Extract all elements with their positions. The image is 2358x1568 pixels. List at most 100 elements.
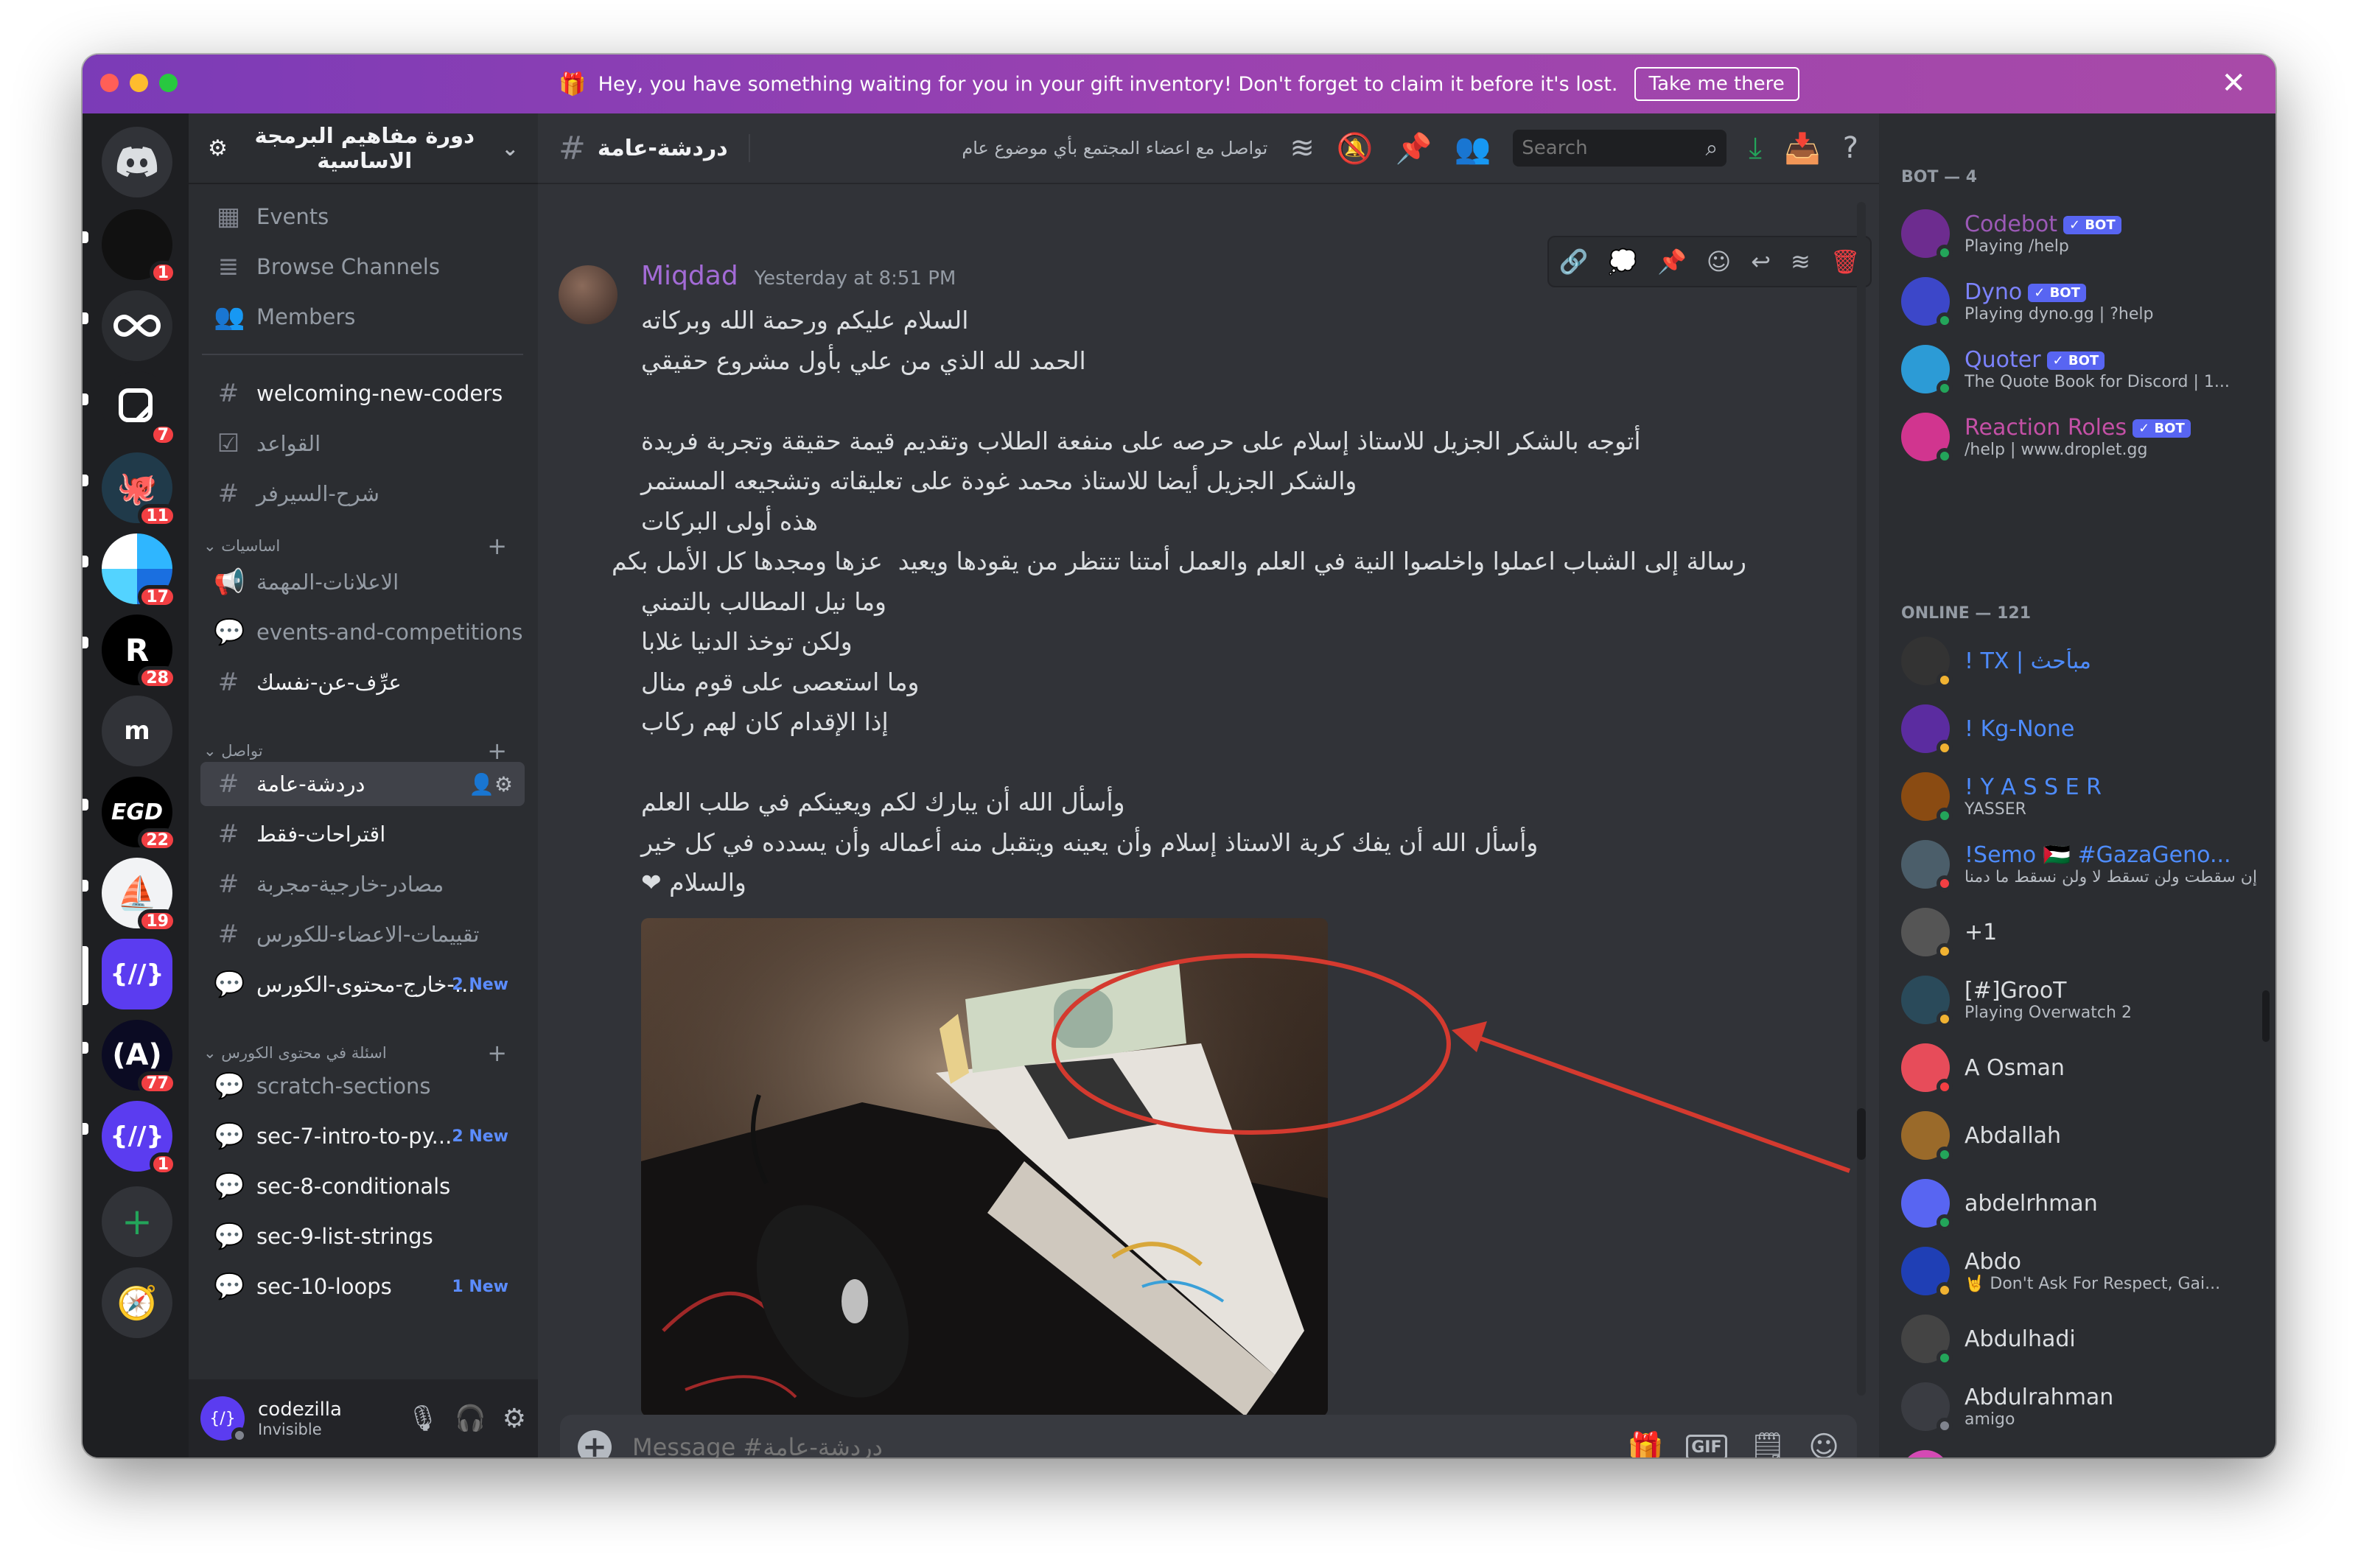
plus-icon: + <box>122 1200 153 1243</box>
online-section-header: ONLINE — 121 <box>1901 604 2031 623</box>
sticker-icon[interactable]: 🗒 <box>1749 1430 1787 1458</box>
plus-icon[interactable]: + <box>487 532 507 560</box>
member-name: Abdulrahman <box>1965 1385 2114 1410</box>
server-icon[interactable]: EGD 22 <box>102 777 177 852</box>
server-icon[interactable]: 7 <box>102 371 177 447</box>
member-item[interactable]: Abdulhadi <box>1901 1307 2270 1371</box>
channel-item[interactable]: # شرح-السيرفر <box>200 472 525 516</box>
bot-member-item[interactable]: Reaction Roles ✓ BOT/help | www.droplet.g… <box>1901 405 2270 469</box>
server-icon[interactable]: 17 <box>102 533 177 609</box>
channel-item[interactable]: ☑ القواعد <box>200 421 525 466</box>
minimize-window-button[interactable] <box>130 74 148 92</box>
gift-icon[interactable]: 🎁 <box>1627 1430 1664 1458</box>
sailboat-icon: ⛵ <box>116 875 158 912</box>
members-link[interactable]: 👥 Members <box>200 295 525 339</box>
hash-icon: # <box>217 920 239 949</box>
bot-member-item[interactable]: Codebot ✓ BOT Playing /help <box>1901 202 2270 265</box>
channel-item[interactable]: # اقتراحات-فقط <box>200 812 525 856</box>
status-indicator <box>1937 1214 1953 1231</box>
hash-icon: # <box>217 819 239 849</box>
server-icon[interactable]: (A) 77 <box>102 1020 177 1095</box>
plus-icon[interactable]: + <box>487 737 507 765</box>
calendar-icon: ▦ <box>216 202 241 231</box>
category-header[interactable]: ⌄ اساسيات + <box>195 532 526 560</box>
chevron-down-icon: ⌄ <box>501 136 519 161</box>
channel-item[interactable]: # welcoming-new-coders <box>200 371 525 416</box>
member-item[interactable]: ! Kg-None <box>1901 697 2270 760</box>
status-indicator <box>1937 1147 1953 1163</box>
events-link[interactable]: ▦ Events <box>200 195 525 239</box>
forum-icon: 💬 <box>214 1071 245 1101</box>
channel-item[interactable]: 💬 خارج-محتوى-الكورس-... 2 New <box>200 962 525 1007</box>
server-initial: {//} <box>110 1121 164 1151</box>
server-icon[interactable]: {//} 1 <box>102 1101 177 1176</box>
member-name: ! Y A S S E R <box>1965 774 2102 800</box>
plus-icon[interactable]: + <box>487 1039 507 1067</box>
add-attachment-icon[interactable]: + <box>578 1430 612 1457</box>
member-item[interactable]: Abdo 🤘 Don't Ask For Respect, Gai... <box>1901 1239 2270 1303</box>
add-server-button[interactable]: + <box>102 1186 172 1257</box>
microphone-icon[interactable]: 🎙 <box>407 1404 438 1433</box>
member-name: abdelrhman <box>1965 1190 2098 1217</box>
close-banner-icon[interactable]: ✕ <box>2221 66 2246 100</box>
avatar <box>1901 772 1953 824</box>
channel-item[interactable]: 💬 sec-9-list-strings <box>200 1214 525 1259</box>
browse-channels-link[interactable]: ≣ Browse Channels <box>200 245 525 289</box>
avatar <box>1901 413 1953 464</box>
bot-member-item[interactable]: Quoter ✓ BOT The Quote Book for Discord | … <box>1901 337 2270 401</box>
server-icon[interactable]: ⛵ 19 <box>102 858 177 933</box>
direct-messages-button[interactable] <box>102 127 172 197</box>
server-icon[interactable]: m <box>102 696 172 766</box>
member-activity: Playing /help <box>1965 237 2069 256</box>
member-list: BOT — 4 ONLINE — 121 Codebot ✓ BOT Playing… <box>1879 113 2275 1457</box>
headphones-icon[interactable]: 🎧 <box>455 1404 486 1433</box>
member-item[interactable]: Abdulrahman amigo <box>1901 1375 2270 1438</box>
scrollbar-thumb[interactable] <box>1857 1108 1866 1160</box>
scrollbar[interactable] <box>1857 202 1866 1396</box>
channel-item[interactable]: 💬 scratch-sections <box>200 1064 525 1108</box>
server-icon[interactable]: 🐙 11 <box>102 452 177 528</box>
member-item[interactable]: Abdallah <box>1901 1104 2270 1167</box>
gif-icon[interactable]: GIF <box>1686 1434 1727 1457</box>
maximize-window-button[interactable] <box>159 74 178 92</box>
member-item[interactable]: !Semo 🇵🇸 #GazaGeno... إن سقطت ولن تسقط لا… <box>1901 833 2270 896</box>
member-item[interactable]: AbOoD <box>1901 1443 2270 1457</box>
server-icon[interactable] <box>102 290 172 361</box>
category-header[interactable]: ⌄ تواصل + <box>195 737 526 765</box>
channel-item[interactable]: 💬 events-and-competitions <box>200 610 525 654</box>
channel-item-active[interactable]: # دردشة-عامة 👤⚙ <box>200 762 525 806</box>
channel-item[interactable]: 💬 sec-10-loops 1 New <box>200 1264 525 1309</box>
new-badge: 1 New <box>452 1277 508 1296</box>
member-item[interactable]: ! Y A S S E R YASSER <box>1901 765 2270 828</box>
emoji-icon[interactable]: ☺ <box>1808 1430 1839 1457</box>
channel-item[interactable]: # عرِّف-عن-نفسك <box>200 660 525 704</box>
channel-item[interactable]: # تقييمات-الاعضاء-للكورس <box>200 912 525 956</box>
category-header[interactable]: ⌄ اسئلة في محتوى الكورس + <box>195 1039 526 1067</box>
server-icon[interactable]: R 28 <box>102 615 177 690</box>
member-item[interactable]: ! TX | مبأحث <box>1901 629 2270 693</box>
discord-logo-icon <box>116 147 158 177</box>
settings-icon[interactable]: 👤⚙ <box>469 772 513 797</box>
settings-gear-icon[interactable]: ⚙ <box>503 1404 526 1434</box>
server-icon[interactable]: 1 <box>102 209 177 284</box>
channel-item[interactable]: 💬 sec-8-conditionals <box>200 1164 525 1208</box>
server-header[interactable]: ⚙ دورة مفاهيم البرمجة الاساسية ⌄ <box>189 113 538 184</box>
member-item[interactable]: abdelrhman <box>1901 1172 2270 1235</box>
status-indicator <box>1937 943 1953 959</box>
bot-member-item[interactable]: Dyno ✓ BOT Playing dyno.gg | ?help <box>1901 270 2270 333</box>
infinity-logo-icon <box>113 314 161 337</box>
highlight-circle <box>1052 953 1451 1135</box>
member-item[interactable]: +1 <box>1901 900 2270 964</box>
member-item[interactable]: A Osman <box>1901 1036 2270 1099</box>
take-me-there-button[interactable]: Take me there <box>1634 67 1799 101</box>
message-input[interactable] <box>632 1433 1606 1457</box>
explore-servers-button[interactable]: 🧭 <box>102 1267 172 1338</box>
close-window-button[interactable] <box>100 74 119 92</box>
bot-badge: ✓ BOT <box>2133 419 2191 438</box>
avatar[interactable]: {/} <box>200 1396 248 1443</box>
channel-item[interactable]: 📢 الاعلانات-المهمة <box>200 560 525 604</box>
channel-item[interactable]: # مصادر-خارجية-مجربة <box>200 862 525 906</box>
channel-item[interactable]: 💬 sec-7-intro-to-py... 2 New <box>200 1114 525 1158</box>
current-server-icon[interactable]: {//} <box>102 939 172 1009</box>
member-item[interactable]: [#]GrooT Playing Overwatch 2 <box>1901 968 2270 1032</box>
